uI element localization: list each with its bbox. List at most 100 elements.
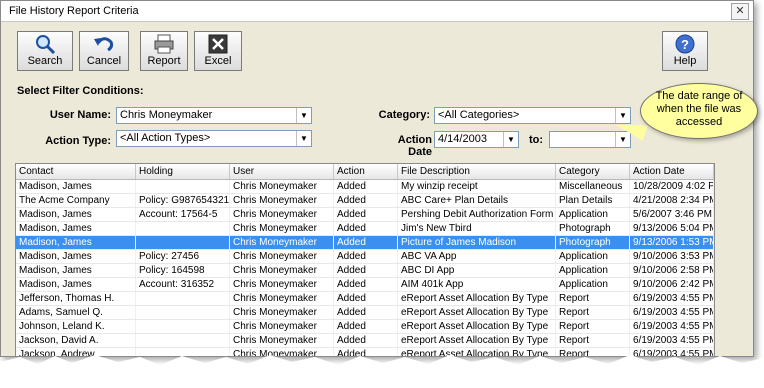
table-row[interactable]: Johnson, Leland K. Chris Moneymaker Added e… bbox=[16, 320, 714, 334]
table-cell: Added bbox=[334, 278, 398, 291]
table-cell: Chris Moneymaker bbox=[230, 278, 334, 291]
action-type-value: <All Action Types> bbox=[120, 132, 211, 144]
action-date-value: 4/14/2003 bbox=[438, 133, 487, 145]
table-row[interactable]: Jackson, David A. Chris Moneymaker Added eR… bbox=[16, 334, 714, 348]
table-cell: 9/10/2006 2:58 PM bbox=[630, 264, 714, 277]
table-cell: Chris Moneymaker bbox=[230, 264, 334, 277]
table-cell: Added bbox=[334, 222, 398, 235]
user-name-value: Chris Moneymaker bbox=[120, 109, 213, 121]
table-cell bbox=[136, 334, 230, 347]
column-header[interactable]: Category bbox=[556, 164, 630, 179]
search-icon bbox=[36, 35, 56, 54]
table-cell: Chris Moneymaker bbox=[230, 306, 334, 319]
excel-icon bbox=[208, 34, 228, 54]
search-button[interactable]: Search bbox=[17, 31, 73, 71]
table-cell: Chris Moneymaker bbox=[230, 236, 334, 249]
report-label: Report bbox=[147, 55, 181, 67]
table-cell: Chris Moneymaker bbox=[230, 222, 334, 235]
table-body: Madison, James Chris Moneymaker Added My wi… bbox=[16, 180, 714, 356]
table-cell: 9/13/2006 1:53 PM bbox=[630, 236, 714, 249]
table-cell bbox=[136, 222, 230, 235]
table-row[interactable]: Madison, James Chris Moneymaker Added Jim's… bbox=[16, 222, 714, 236]
column-header[interactable]: Contact bbox=[16, 164, 136, 179]
window-title: File History Report Criteria bbox=[9, 5, 139, 17]
table-cell: Chris Moneymaker bbox=[230, 334, 334, 347]
table-row[interactable]: Madison, James Chris Moneymaker Added My wi… bbox=[16, 180, 714, 194]
table-cell: ABC Care+ Plan Details bbox=[398, 194, 556, 207]
column-header[interactable]: Action Date bbox=[630, 164, 714, 179]
cancel-button[interactable]: Cancel bbox=[79, 31, 129, 71]
action-type-select[interactable]: <All Action Types> ▼ bbox=[116, 130, 312, 147]
table-cell: Added bbox=[334, 208, 398, 221]
table-cell: Application bbox=[556, 208, 630, 221]
to-label: to: bbox=[528, 134, 543, 146]
table-cell: The Acme Company bbox=[16, 194, 136, 207]
table-cell: 6/19/2003 4:55 PM bbox=[630, 306, 714, 319]
table-cell: Madison, James bbox=[16, 278, 136, 291]
table-cell: 9/10/2006 3:53 PM bbox=[630, 250, 714, 263]
svg-text:?: ? bbox=[681, 37, 689, 52]
action-date-to-field[interactable]: ▼ bbox=[549, 131, 631, 148]
table-cell: eReport Asset Allocation By Type bbox=[398, 292, 556, 305]
table-cell: Chris Moneymaker bbox=[230, 292, 334, 305]
date-range-callout: The date range of when the file was acce… bbox=[640, 83, 758, 139]
table-cell: ABC VA App bbox=[398, 250, 556, 263]
table-cell: Photograph bbox=[556, 222, 630, 235]
close-button[interactable]: ✕ bbox=[731, 3, 749, 20]
column-header[interactable]: User bbox=[230, 164, 334, 179]
table-cell: Policy: 164598 bbox=[136, 264, 230, 277]
action-type-label: Action Type: bbox=[45, 135, 111, 147]
table-cell: 10/28/2009 4:02 PM bbox=[630, 180, 714, 193]
table-cell: Added bbox=[334, 250, 398, 263]
help-label: Help bbox=[673, 55, 697, 67]
column-header[interactable]: Holding bbox=[136, 164, 230, 179]
table-row[interactable]: Madison, James Chris Moneymaker Added Pictu… bbox=[16, 236, 714, 250]
column-header[interactable]: Action bbox=[334, 164, 398, 179]
report-criteria-window: File History Report Criteria ✕ Search Ca… bbox=[0, 0, 754, 357]
table-cell bbox=[136, 306, 230, 319]
table-cell: 6/19/2003 4:55 PM bbox=[630, 320, 714, 333]
table-cell: Photograph bbox=[556, 236, 630, 249]
user-name-select[interactable]: Chris Moneymaker ▼ bbox=[116, 107, 312, 124]
table-cell bbox=[136, 236, 230, 249]
table-cell: Adams, Samuel Q. bbox=[16, 306, 136, 319]
table-cell: Picture of James Madison bbox=[398, 236, 556, 249]
table-cell: Application bbox=[556, 278, 630, 291]
table-cell bbox=[136, 320, 230, 333]
table-cell: Report bbox=[556, 292, 630, 305]
table-cell: AIM 401k App bbox=[398, 278, 556, 291]
help-icon: ? bbox=[675, 34, 695, 54]
search-label: Search bbox=[27, 55, 63, 67]
category-select[interactable]: <All Categories> ▼ bbox=[434, 107, 631, 124]
table-cell: Chris Moneymaker bbox=[230, 320, 334, 333]
table-row[interactable]: Madison, James Account: 17564-5 Chris Mone… bbox=[16, 208, 714, 222]
table-row[interactable]: Jefferson, Thomas H. Chris Moneymaker Adde… bbox=[16, 292, 714, 306]
title-bar: File History Report Criteria ✕ bbox=[1, 1, 753, 22]
chevron-down-icon[interactable]: ▼ bbox=[296, 108, 311, 123]
table-row[interactable]: Madison, James Account: 316352 Chris Money… bbox=[16, 278, 714, 292]
category-label: Category: bbox=[378, 109, 430, 121]
table-cell: Jackson, David A. bbox=[16, 334, 136, 347]
table-row[interactable]: Madison, James Policy: 27456 Chris Moneyma… bbox=[16, 250, 714, 264]
table-cell: Madison, James bbox=[16, 236, 136, 249]
chevron-down-icon[interactable]: ▼ bbox=[296, 131, 311, 146]
table-cell: Report bbox=[556, 334, 630, 347]
chevron-down-icon[interactable]: ▼ bbox=[503, 132, 518, 147]
table-row[interactable]: The Acme Company Policy: G987654321 Chris … bbox=[16, 194, 714, 208]
table-cell bbox=[136, 180, 230, 193]
callout-line-1: The date range of bbox=[655, 90, 743, 102]
table-cell: Chris Moneymaker bbox=[230, 208, 334, 221]
table-cell: Added bbox=[334, 194, 398, 207]
table-row[interactable]: Madison, James Policy: 164598 Chris Moneym… bbox=[16, 264, 714, 278]
excel-button[interactable]: Excel bbox=[194, 31, 242, 71]
report-button[interactable]: Report bbox=[140, 31, 188, 71]
help-button[interactable]: ? Help bbox=[662, 31, 708, 71]
action-date-from-field[interactable]: 4/14/2003 ▼ bbox=[434, 131, 519, 148]
table-cell: eReport Asset Allocation By Type bbox=[398, 320, 556, 333]
column-header[interactable]: File Description bbox=[398, 164, 556, 179]
printer-icon bbox=[154, 34, 174, 54]
table-row[interactable]: Adams, Samuel Q. Chris Moneymaker Added eRe… bbox=[16, 306, 714, 320]
table-cell: Added bbox=[334, 292, 398, 305]
table-cell bbox=[136, 292, 230, 305]
file-history-table[interactable]: Contact Holding User Action File Description… bbox=[15, 163, 715, 356]
